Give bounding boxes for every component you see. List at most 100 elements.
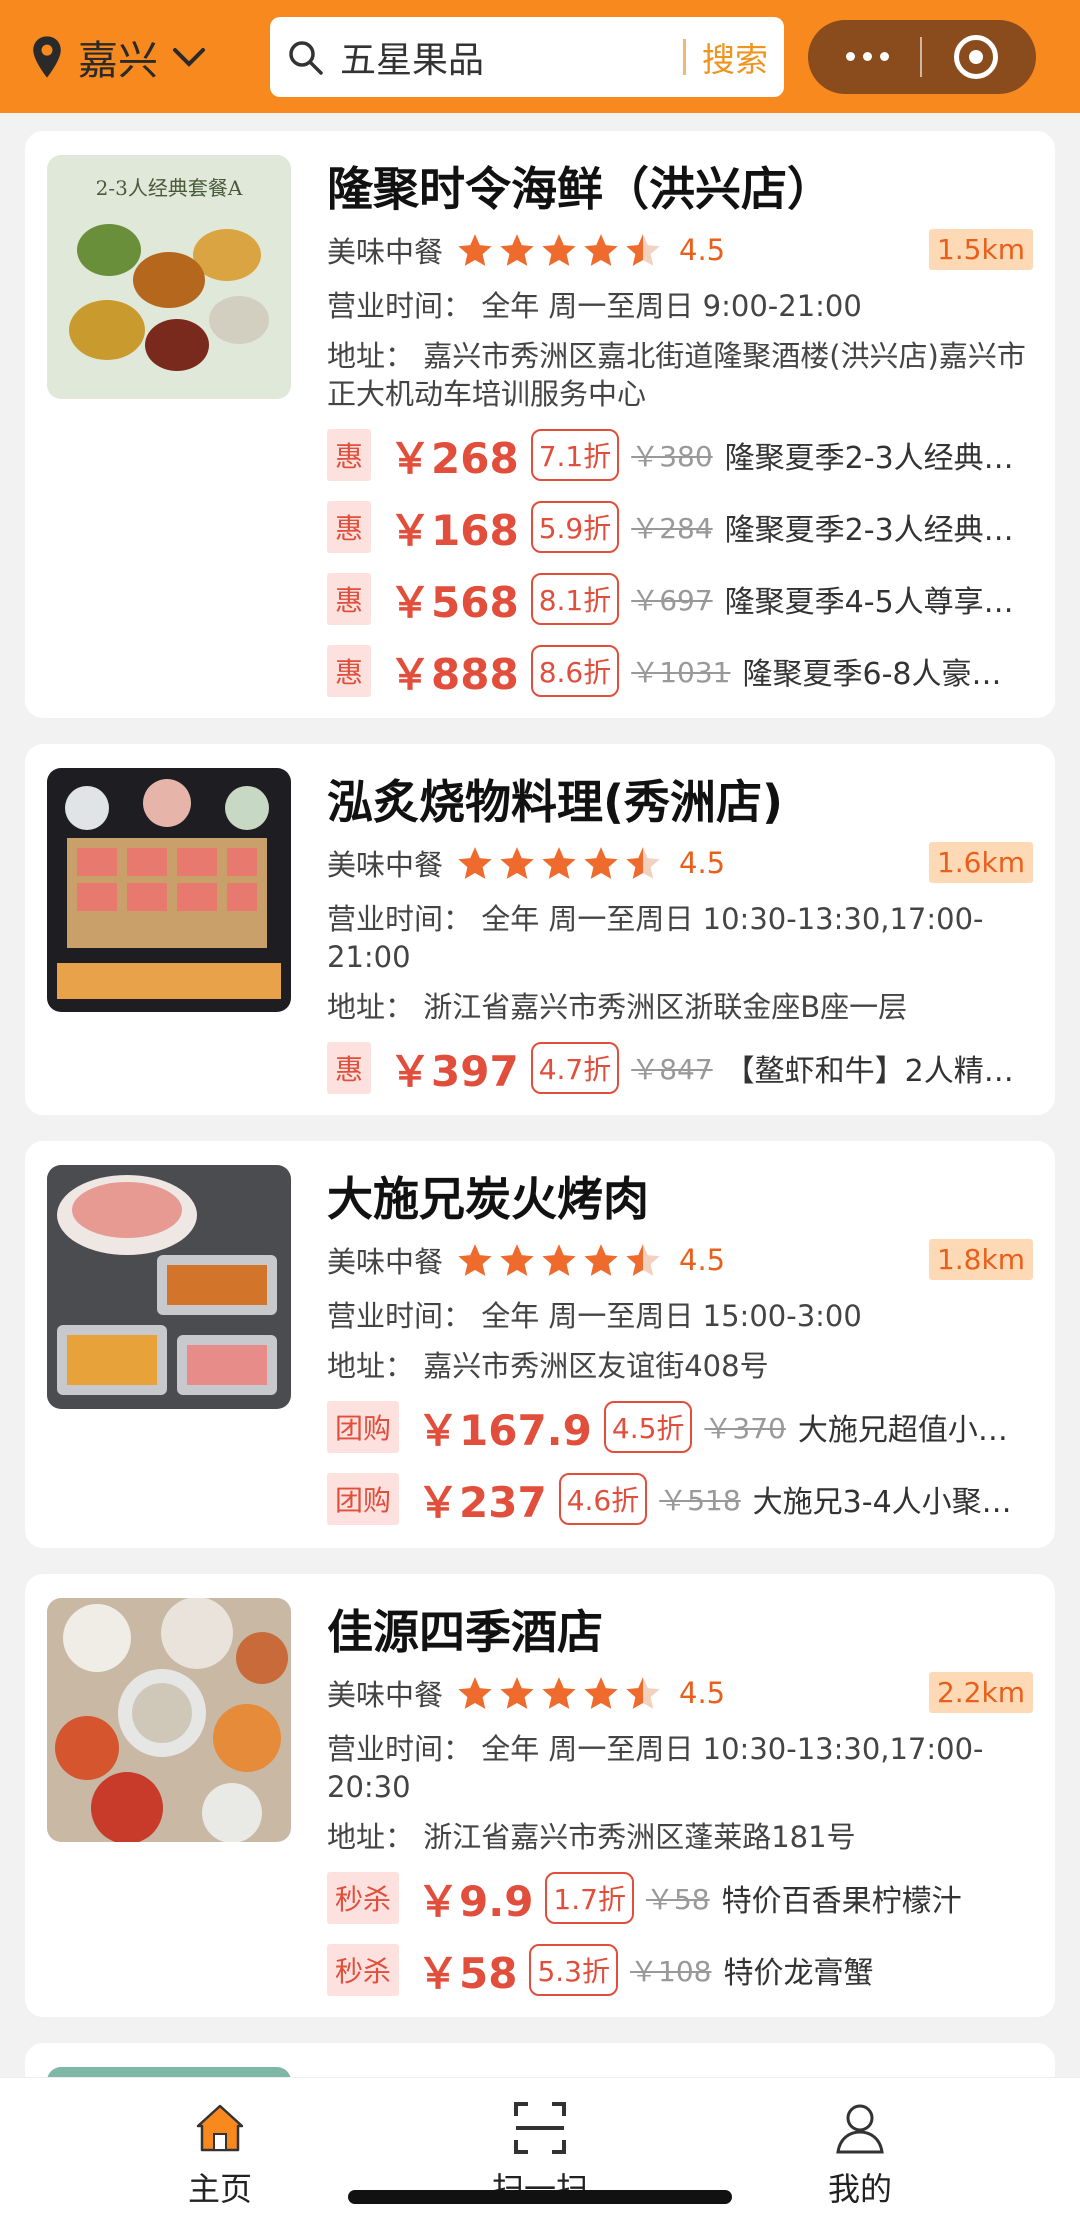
deal-discount: 4.5折 [603,1401,693,1453]
star-icon [542,1244,576,1276]
nav-mine[interactable]: 我的 [760,2078,960,2221]
star-rating [455,1674,665,1712]
deal-name: 大施兄超值小… [797,1413,1008,1448]
star-icon [542,234,576,266]
deal-price: ￥237 [417,1477,547,1527]
rating-score: 4.5 [679,846,726,880]
more-icon[interactable] [845,52,889,61]
star-icon [458,847,492,879]
deal-price: ￥568 [389,577,519,627]
restaurant-thumbnail [47,1165,291,1409]
star-icon [458,234,492,266]
deal-original-price: ￥284 [631,512,713,545]
home-indicator[interactable] [348,2190,732,2204]
search-button[interactable]: 搜索 [702,33,768,81]
deal-tag: 惠 [327,501,372,553]
deal-discount: 5.9折 [530,501,620,553]
star-rating [455,231,665,269]
restaurant-card[interactable]: 泓炙烧物料理(秀洲店) 美味中餐 4.5 1.6km 营业时间： 全年 周一至周… [25,744,1055,1115]
deal-discount: 7.1折 [530,429,620,481]
nav-home[interactable]: 主页 [120,2078,320,2221]
deal-price: ￥397 [389,1046,519,1096]
restaurant-name: 泓炙烧物料理(秀洲店) [327,775,784,829]
restaurant-name: 大施兄炭火烤肉 [327,1172,649,1226]
star-icon [458,1244,492,1276]
star-icon [500,1677,534,1709]
deal-name: 隆聚夏季2-3人经典… [724,441,1014,476]
deal-tag: 惠 [327,645,372,697]
star-half-icon [626,234,660,266]
deal-name: 特价龙膏蟹 [723,1956,874,1991]
category: 美味中餐 [327,1678,444,1712]
address: 地址： 浙江省嘉兴市秀洲区蓬莱路181号 [327,1820,856,1854]
close-target-icon[interactable] [954,34,999,79]
star-icon [584,1244,618,1276]
distance-badge: 1.8km [928,1239,1033,1280]
star-icon [584,847,618,879]
star-icon [500,234,534,266]
deal-discount: 8.1折 [530,573,620,625]
star-icon [542,847,576,879]
deal-row[interactable]: 秒杀 ￥9.9 1.7折 ￥58 特价百香果柠檬汁 [327,1868,1033,1928]
restaurant-card[interactable]: 佳源四季酒店 美味中餐 4.5 2.2km 营业时间： 全年 周一至周日 10:… [25,1574,1055,2017]
user-icon [836,2104,884,2154]
nav-mine-label: 我的 [827,2170,892,2208]
city-name: 嘉兴 [78,37,158,84]
deal-tag: 惠 [327,1042,372,1094]
category: 美味中餐 [327,1245,444,1279]
distance-badge: 2.2km [928,1672,1033,1713]
deal-discount: 8.6折 [530,645,620,697]
deal-name: 隆聚夏季4-5人尊享… [724,585,1014,620]
deal-tag: 秒杀 [327,1872,400,1924]
search-bar[interactable]: 五星果品 搜索 [270,16,784,97]
restaurant-card[interactable]: 2-3人经典套餐A 隆聚时令海鲜（洪兴店） 美味中餐 4.5 1.5km 营业时… [25,131,1055,718]
deal-price: ￥58 [417,1948,518,1998]
address: 地址： 嘉兴市秀洲区友谊街408号 [327,1349,769,1383]
deal-name: 隆聚夏季2-3人经典… [724,513,1014,548]
deal-name: 大施兄3-4人小聚… [752,1485,1012,1520]
capsule-divider [920,36,923,77]
nav-home-label: 主页 [187,2170,252,2208]
home-icon [196,2104,244,2152]
restaurant-name: 隆聚时令海鲜（洪兴店） [327,162,833,216]
category: 美味中餐 [327,235,444,269]
deal-name: 隆聚夏季6-8人豪… [742,657,1002,692]
distance-badge: 1.6km [928,842,1033,883]
deal-tag: 惠 [327,573,372,625]
miniapp-capsule [808,19,1036,94]
app-root: 嘉兴 五星果品 搜索 2-3人经典套餐A 隆聚时令海鲜（洪兴店） 美味中餐 4.… [0,0,1080,2221]
deal-row[interactable]: 惠 ￥268 7.1折 ￥380 隆聚夏季2-3人经典… [327,425,1033,485]
deal-name: 【鳌虾和牛】2人精… [724,1054,1014,1089]
deal-row[interactable]: 惠 ￥397 4.7折 ￥847 【鳌虾和牛】2人精… [327,1038,1033,1098]
restaurant-thumbnail: 2-3人经典套餐A [47,155,291,399]
deal-original-price: ￥847 [631,1053,713,1086]
deal-original-price: ￥518 [659,1484,741,1517]
deal-name: 特价百香果柠檬汁 [721,1884,962,1919]
deal-discount: 4.6折 [558,1473,648,1525]
deal-tag: 团购 [327,1401,400,1453]
star-half-icon [626,847,660,879]
deal-price: ￥167.9 [417,1405,592,1455]
star-half-icon [626,1244,660,1276]
deal-row[interactable]: 惠 ￥568 8.1折 ￥697 隆聚夏季4-5人尊享… [327,569,1033,629]
star-icon [584,234,618,266]
restaurant-card[interactable]: 大施兄炭火烤肉 美味中餐 4.5 1.8km 营业时间： 全年 周一至周日 15… [25,1141,1055,1548]
deal-row[interactable]: 惠 ￥888 8.6折 ￥1031 隆聚夏季6-8人豪… [327,641,1033,701]
star-rating [455,1241,665,1279]
deal-tag: 惠 [327,429,372,481]
star-icon [458,1677,492,1709]
chevron-down-icon [173,47,205,67]
deal-row[interactable]: 惠 ￥168 5.9折 ￥284 隆聚夏季2-3人经典… [327,497,1033,557]
restaurant-thumbnail [47,768,291,1012]
search-icon [289,40,323,75]
location-pin-icon [33,35,61,78]
city-selector[interactable]: 嘉兴 [30,17,260,97]
deal-original-price: ￥58 [645,1883,710,1916]
deal-row[interactable]: 秒杀 ￥58 5.3折 ￥108 特价龙膏蟹 [327,1940,1033,2000]
deal-row[interactable]: 团购 ￥237 4.6折 ￥518 大施兄3-4人小聚… [327,1469,1033,1529]
search-input[interactable]: 五星果品 [340,31,683,83]
deal-price: ￥9.9 [417,1876,534,1926]
business-hours: 营业时间： 全年 周一至周日 9:00-21:00 [327,289,862,323]
business-hours: 营业时间： 全年 周一至周日 15:00-3:00 [327,1299,862,1333]
deal-row[interactable]: 团购 ￥167.9 4.5折 ￥370 大施兄超值小… [327,1397,1033,1457]
